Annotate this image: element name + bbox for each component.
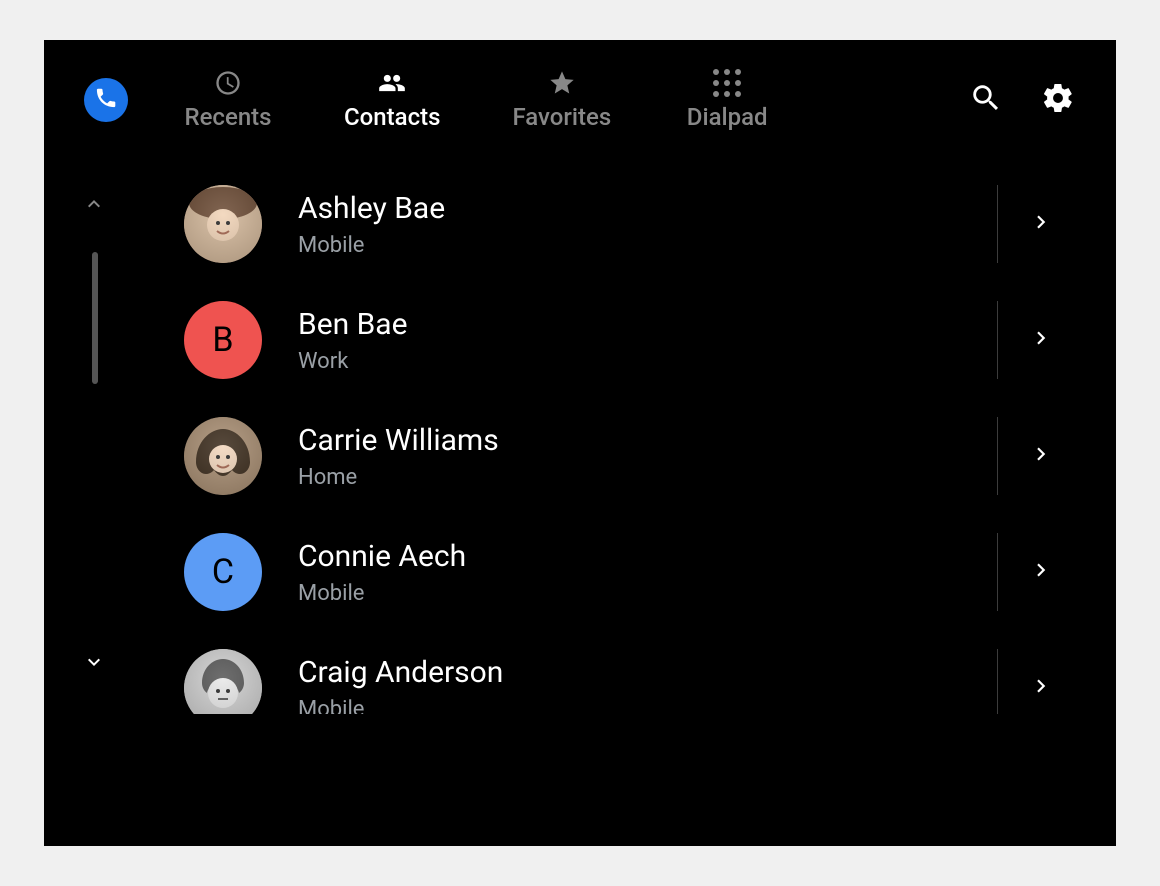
scroll-down-button[interactable] xyxy=(82,650,106,674)
contact-label: Mobile xyxy=(298,581,987,606)
contact-details-button[interactable] xyxy=(1028,442,1056,470)
divider xyxy=(997,649,998,714)
divider xyxy=(997,417,998,495)
contact-row[interactable]: Carrie Williams Home xyxy=(144,398,1056,514)
contact-row[interactable]: Ashley Bae Mobile xyxy=(144,166,1056,282)
clock-icon xyxy=(214,69,242,97)
contact-label: Mobile xyxy=(298,233,987,258)
avatar: B xyxy=(184,301,262,379)
contact-details-button[interactable] xyxy=(1028,674,1056,702)
avatar-photo xyxy=(184,417,262,495)
people-icon xyxy=(378,69,406,97)
contact-details-button[interactable] xyxy=(1028,210,1056,238)
contact-label: Work xyxy=(298,349,987,374)
chevron-right-icon xyxy=(1029,325,1055,355)
contact-text: Connie Aech Mobile xyxy=(298,539,987,606)
tab-favorites[interactable]: Favorites xyxy=(512,69,611,131)
tab-recents[interactable]: Recents xyxy=(184,69,272,131)
search-icon xyxy=(969,81,1003,119)
settings-button[interactable] xyxy=(1040,82,1076,118)
body: Ashley Bae Mobile B Ben Bae xyxy=(44,160,1116,846)
contacts-list: Ashley Bae Mobile B Ben Bae xyxy=(144,160,1116,846)
contact-label: Home xyxy=(298,465,987,490)
search-button[interactable] xyxy=(968,82,1004,118)
star-icon xyxy=(548,69,576,97)
divider xyxy=(997,185,998,263)
contact-details-button[interactable] xyxy=(1028,326,1056,354)
contact-label: Mobile xyxy=(298,697,987,715)
tab-dialpad[interactable]: Dialpad xyxy=(683,69,771,131)
chevron-right-icon xyxy=(1029,673,1055,703)
dialpad-icon xyxy=(713,69,741,97)
chevron-right-icon xyxy=(1029,441,1055,471)
app-screen: Recents Contacts Favorites xyxy=(44,40,1116,846)
top-bar: Recents Contacts Favorites xyxy=(44,40,1116,160)
avatar-initial: C xyxy=(212,552,234,592)
contact-text: Carrie Williams Home xyxy=(298,423,987,490)
contact-text: Ben Bae Work xyxy=(298,307,987,374)
contact-name: Carrie Williams xyxy=(298,423,987,459)
scroll-up-button[interactable] xyxy=(82,192,106,216)
contact-row[interactable]: B Ben Bae Work xyxy=(144,282,1056,398)
tabs: Recents Contacts Favorites xyxy=(184,69,771,131)
phone-icon xyxy=(94,86,118,114)
contact-row[interactable]: Craig Anderson Mobile xyxy=(144,630,1056,714)
contact-name: Connie Aech xyxy=(298,539,987,575)
avatar xyxy=(184,185,262,263)
chevron-up-icon xyxy=(82,201,106,220)
chevron-right-icon xyxy=(1029,209,1055,239)
avatar xyxy=(184,649,262,714)
scroll-control xyxy=(44,160,144,846)
avatar-photo xyxy=(184,649,262,714)
contact-details-button[interactable] xyxy=(1028,558,1056,586)
contact-row[interactable]: C Connie Aech Mobile xyxy=(144,514,1056,630)
scrollbar-thumb[interactable] xyxy=(92,252,98,384)
tab-contacts[interactable]: Contacts xyxy=(344,69,440,131)
action-icons xyxy=(968,82,1076,118)
avatar-initial: B xyxy=(212,320,233,360)
contact-name: Craig Anderson xyxy=(298,655,987,691)
gear-icon xyxy=(1041,81,1075,119)
divider xyxy=(997,533,998,611)
chevron-down-icon xyxy=(82,659,106,678)
tab-label: Contacts xyxy=(344,103,440,131)
contact-name: Ben Bae xyxy=(298,307,987,343)
avatar: C xyxy=(184,533,262,611)
divider xyxy=(997,301,998,379)
tab-label: Recents xyxy=(184,103,271,131)
avatar-photo xyxy=(184,185,262,263)
contact-name: Ashley Bae xyxy=(298,191,987,227)
tab-label: Dialpad xyxy=(687,103,768,131)
chevron-right-icon xyxy=(1029,557,1055,587)
phone-button[interactable] xyxy=(84,78,128,122)
avatar xyxy=(184,417,262,495)
contact-text: Craig Anderson Mobile xyxy=(298,655,987,715)
tab-label: Favorites xyxy=(512,103,611,131)
contact-text: Ashley Bae Mobile xyxy=(298,191,987,258)
